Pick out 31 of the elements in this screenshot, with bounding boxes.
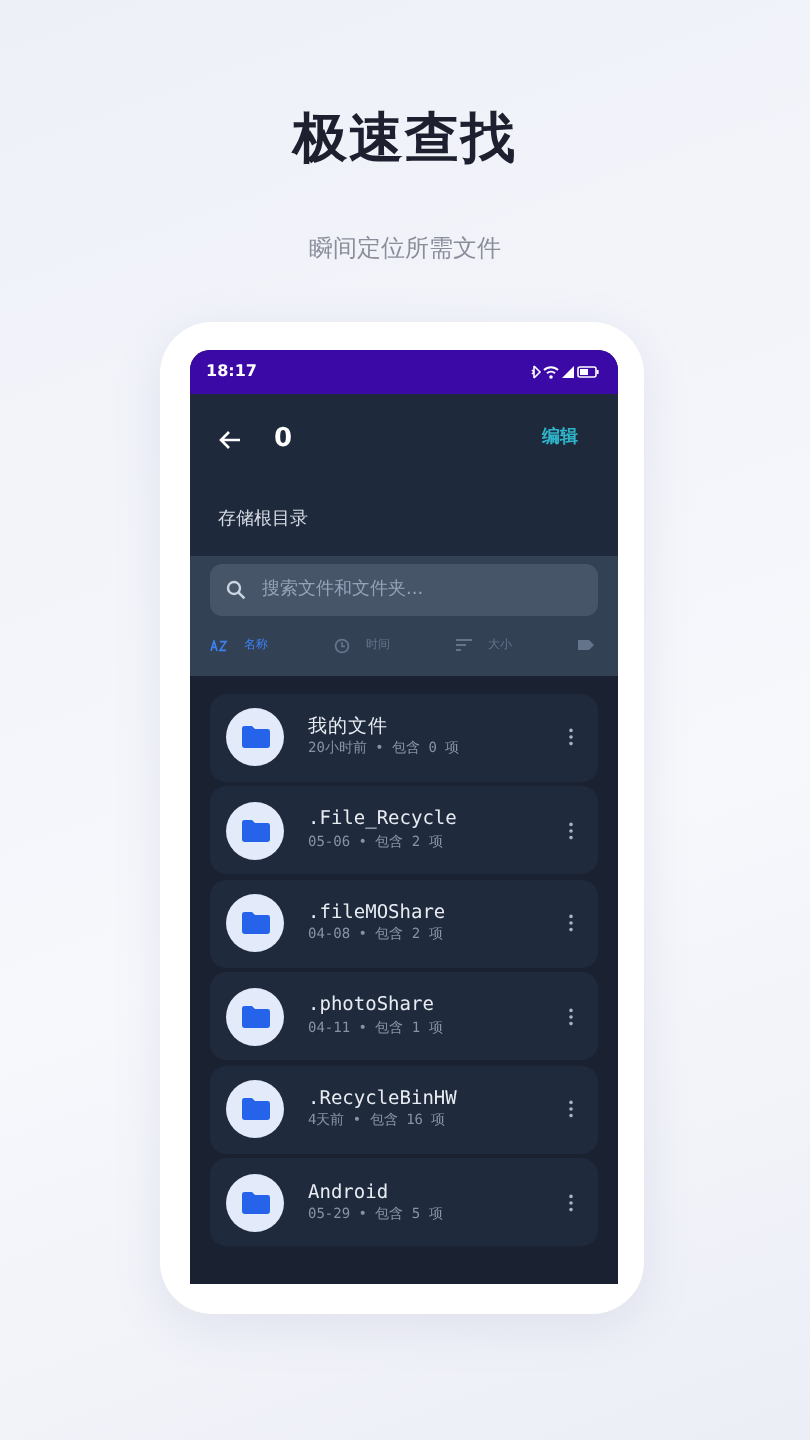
folder-name: 我的文件 (308, 715, 390, 738)
clock-icon (334, 637, 350, 653)
folder-icon (241, 1098, 269, 1121)
tag-icon (578, 638, 594, 652)
more-button[interactable] (568, 1100, 574, 1119)
folder-icon (241, 819, 269, 842)
more-button[interactable] (568, 1007, 574, 1026)
search-field[interactable]: 搜索文件和文件夹... (210, 563, 598, 615)
folder-title: 0 (274, 421, 293, 458)
folder-name: .File_Recycle (308, 808, 459, 832)
folder-icon (241, 726, 269, 748)
folder-name: .photoShare (308, 994, 436, 1018)
path-label: 存储根目录 (218, 509, 308, 529)
more-button[interactable] (568, 728, 574, 746)
sort-icon (456, 638, 472, 652)
folder-icon (241, 1005, 269, 1028)
more-button[interactable] (568, 1193, 574, 1212)
folder-name: .RecycleBinHW (308, 1087, 459, 1111)
status-time: 18:17 (206, 359, 257, 383)
more-button[interactable] (568, 821, 574, 840)
status-icons (530, 363, 602, 379)
subtitle: 瞬间定位所需文件 (307, 231, 503, 265)
headline: 极速查找 (289, 106, 519, 174)
edit-button[interactable]: 编辑 (542, 425, 578, 453)
folder-icon (241, 912, 269, 935)
folder-name: .fileMOShare (308, 901, 448, 925)
folder-name: Android (308, 1181, 391, 1204)
more-button[interactable] (568, 914, 574, 933)
back-button[interactable] (218, 429, 242, 449)
folder-icon (241, 1191, 269, 1214)
sort-letters-icon (210, 639, 228, 651)
